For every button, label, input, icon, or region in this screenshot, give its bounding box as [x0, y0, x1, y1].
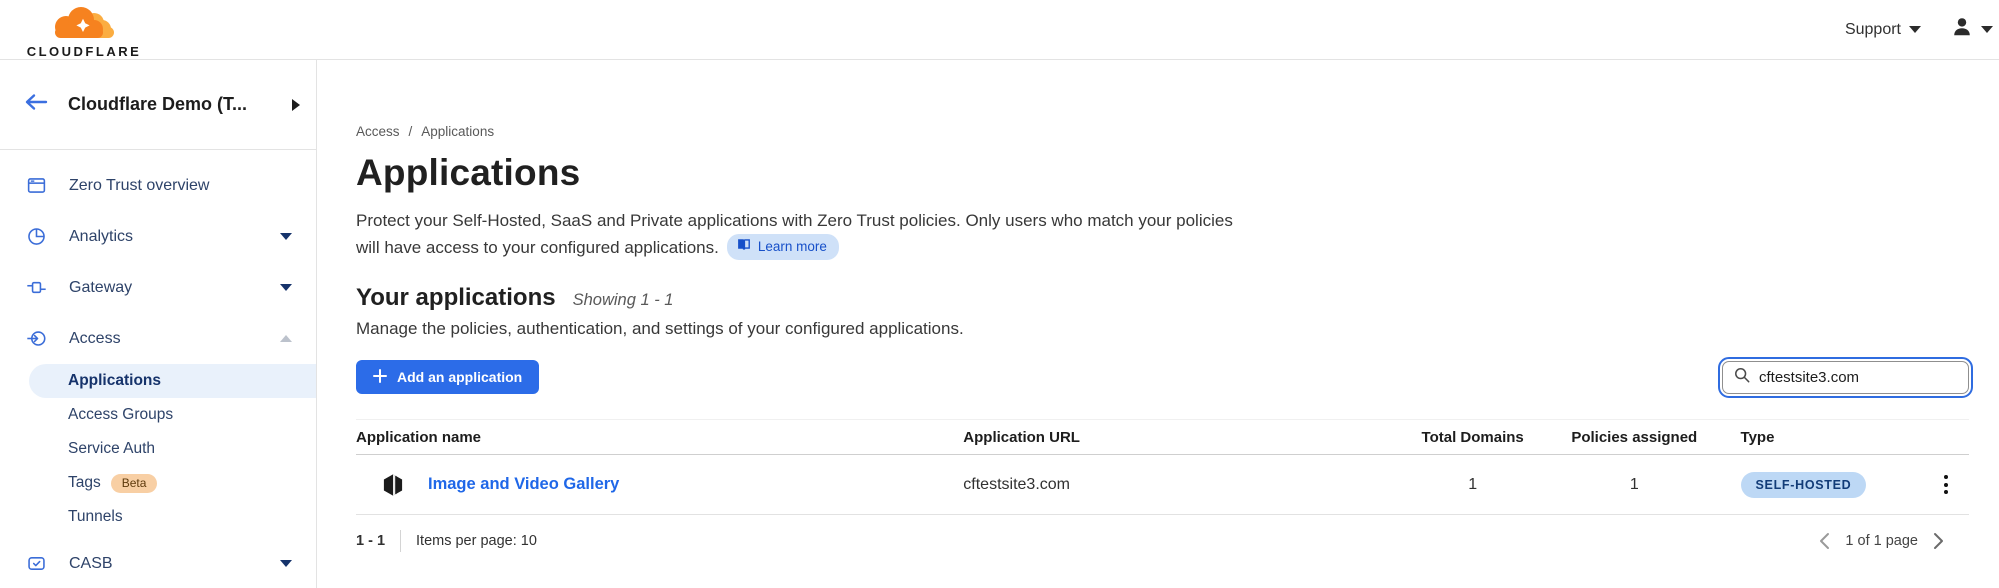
- sidebar-account-header: Cloudflare Demo (T...: [0, 60, 316, 150]
- cloudflare-cloud-icon: [36, 5, 132, 46]
- support-label: Support: [1845, 21, 1901, 39]
- application-link[interactable]: Image and Video Gallery: [428, 475, 619, 494]
- sidebar-item-label: Gateway: [69, 279, 258, 297]
- column-header-label: Application name: [356, 429, 481, 446]
- table-row: Image and Video Gallery cftestsite3.com …: [356, 455, 1969, 515]
- sidebar-item-label: CASB: [69, 555, 258, 573]
- sub-item-label: Service Auth: [68, 440, 155, 458]
- cube-icon: [380, 472, 406, 498]
- main-content: Access / Applications Applications Prote…: [317, 60, 1999, 588]
- support-menu[interactable]: Support: [1845, 21, 1921, 39]
- table-header-row: Application name Application URL Total D…: [356, 420, 1969, 455]
- cell-application-name: Image and Video Gallery: [356, 472, 963, 498]
- access-icon: [26, 328, 47, 349]
- topbar-right: Support: [1845, 16, 1997, 43]
- window-icon: [26, 175, 47, 196]
- section-title: Your applications: [356, 284, 556, 312]
- cell-total-domains: 1: [1418, 476, 1527, 494]
- sidebar-item-tags[interactable]: Tags Beta: [29, 466, 316, 500]
- sidebar-item-label: Access: [69, 330, 258, 348]
- sidebar-nav: Zero Trust overview Analytics: [0, 150, 316, 588]
- sidebar: Cloudflare Demo (T... Zero Trust overvie…: [0, 60, 317, 588]
- breadcrumb-applications[interactable]: Applications: [421, 124, 494, 139]
- cloudflare-wordmark: CLOUDFLARE: [27, 44, 142, 59]
- sidebar-item-gateway[interactable]: Gateway: [0, 262, 316, 313]
- column-header-total-domains: Total Domains: [1418, 429, 1527, 446]
- cell-type: SELF-HOSTED: [1741, 472, 1924, 498]
- search-input[interactable]: [1759, 369, 1957, 386]
- learn-more-label: Learn more: [758, 237, 827, 257]
- sidebar-item-label: Zero Trust overview: [69, 177, 292, 195]
- beta-badge: Beta: [111, 474, 158, 493]
- sidebar-item-access-groups[interactable]: Access Groups: [29, 398, 316, 432]
- sidebar-item-zero-trust-overview[interactable]: Zero Trust overview: [0, 160, 316, 211]
- pie-chart-icon: [26, 226, 47, 247]
- toolbar: Add an application: [356, 360, 1969, 394]
- pagination-controls: 1 of 1 page: [1819, 532, 1969, 550]
- applications-table: Application name Application URL Total D…: [356, 419, 1969, 515]
- self-hosted-badge: SELF-HOSTED: [1741, 472, 1867, 498]
- pagination-bar: 1 - 1 Items per page: 10 1 of 1 page: [356, 530, 1969, 552]
- learn-more-button[interactable]: Learn more: [727, 234, 839, 261]
- sidebar-item-casb[interactable]: CASB: [0, 538, 316, 588]
- column-header-policies-assigned: Policies assigned: [1565, 429, 1703, 446]
- column-header-application-name: Application name: [356, 429, 963, 446]
- items-per-page-label: Items per page: 10: [416, 533, 537, 549]
- sidebar-item-access[interactable]: Access: [0, 313, 316, 364]
- pagination-divider: [400, 530, 401, 552]
- sub-item-label: Access Groups: [68, 406, 173, 424]
- page-description: Protect your Self-Hosted, SaaS and Priva…: [356, 209, 1241, 260]
- chevron-down-icon: [280, 560, 292, 567]
- access-sub-list: Applications Access Groups Service Auth …: [0, 364, 316, 538]
- cell-policies-assigned: 1: [1565, 476, 1703, 494]
- chevron-down-icon: [1909, 26, 1921, 33]
- user-menu[interactable]: [1951, 16, 1993, 43]
- add-application-label: Add an application: [397, 369, 522, 385]
- previous-page-icon[interactable]: [1819, 532, 1830, 550]
- chevron-down-icon: [280, 284, 292, 291]
- kebab-menu-icon[interactable]: [1940, 471, 1952, 498]
- sidebar-item-service-auth[interactable]: Service Auth: [29, 432, 316, 466]
- sub-item-label: Tunnels: [68, 508, 123, 526]
- sidebar-item-label: Analytics: [69, 228, 258, 246]
- account-expand-icon[interactable]: [292, 99, 300, 111]
- sidebar-item-tunnels[interactable]: Tunnels: [29, 500, 316, 534]
- search-box: [1722, 361, 1969, 394]
- plus-icon: [373, 369, 387, 386]
- back-arrow-icon[interactable]: [24, 92, 48, 117]
- chevron-up-icon: [280, 335, 292, 342]
- add-application-button[interactable]: Add an application: [356, 360, 539, 394]
- cloudflare-logo[interactable]: CLOUDFLARE: [18, 5, 150, 59]
- sub-item-label: Applications: [68, 372, 161, 390]
- breadcrumb-access[interactable]: Access: [356, 124, 400, 139]
- sub-item-label: Tags: [68, 474, 101, 492]
- column-header-application-url: Application URL: [963, 429, 1418, 446]
- next-page-icon[interactable]: [1933, 532, 1944, 550]
- pagination-range: 1 - 1: [356, 533, 385, 549]
- chevron-down-icon: [1981, 26, 1993, 33]
- page-title: Applications: [356, 152, 1969, 194]
- breadcrumb: Access / Applications: [356, 124, 1969, 139]
- user-icon: [1951, 16, 1973, 43]
- gateway-icon: [26, 277, 47, 298]
- cell-actions: [1924, 471, 1970, 498]
- breadcrumb-separator: /: [409, 124, 413, 139]
- chevron-down-icon: [280, 233, 292, 240]
- showing-count: Showing 1 - 1: [573, 291, 674, 310]
- casb-check-icon: [26, 553, 47, 574]
- sidebar-item-applications[interactable]: Applications: [29, 364, 316, 398]
- account-name: Cloudflare Demo (T...: [68, 94, 272, 115]
- section-header: Your applications Showing 1 - 1: [356, 284, 1969, 312]
- section-description: Manage the policies, authentication, and…: [356, 319, 1969, 339]
- page-status: 1 of 1 page: [1845, 533, 1918, 549]
- search-icon: [1734, 367, 1750, 388]
- column-header-type: Type: [1741, 429, 1924, 446]
- top-bar: CLOUDFLARE Support: [0, 0, 1999, 60]
- sidebar-item-analytics[interactable]: Analytics: [0, 211, 316, 262]
- cell-application-url: cftestsite3.com: [963, 476, 1418, 494]
- book-icon: [737, 237, 751, 257]
